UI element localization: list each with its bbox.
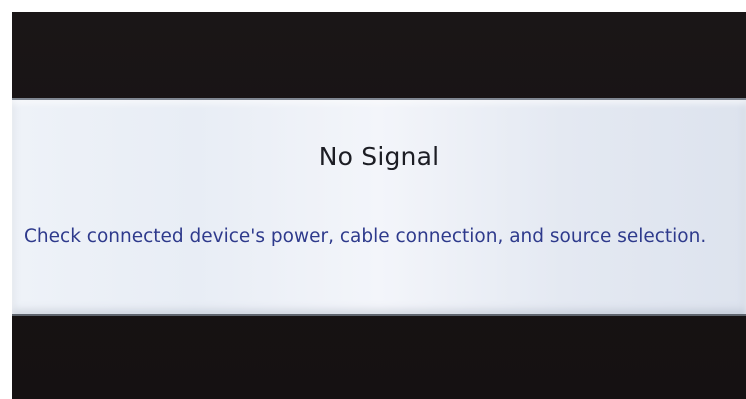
photo-frame: No Signal Check connected device's power…: [0, 0, 746, 399]
no-signal-dialog: No Signal Check connected device's power…: [12, 98, 746, 316]
dialog-title: No Signal: [318, 142, 440, 171]
dialog-message: Check connected device's power, cable co…: [24, 226, 707, 247]
